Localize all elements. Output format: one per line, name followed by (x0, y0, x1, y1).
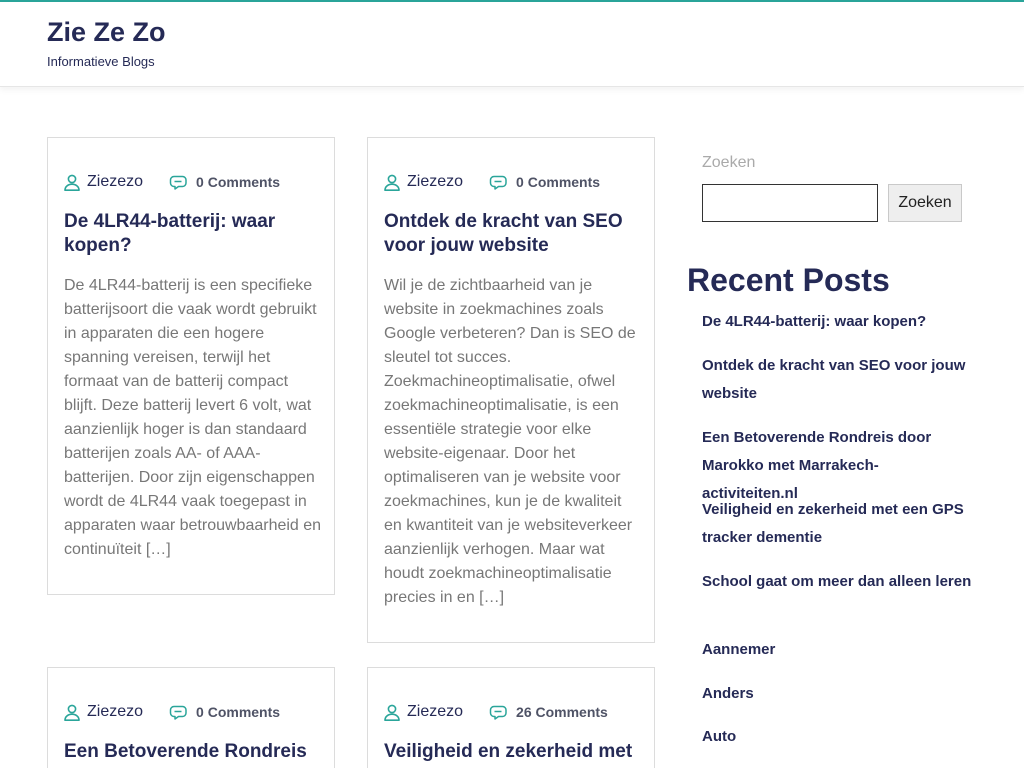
site-tagline: Informatieve Blogs (47, 54, 155, 69)
category-link[interactable]: Anders (702, 680, 972, 708)
site-header: Zie Ze Zo Informatieve Blogs (0, 2, 1024, 87)
search-label: Zoeken (702, 154, 756, 171)
post-comments-link[interactable]: 0 Comments (196, 174, 280, 190)
post-comments-link[interactable]: 0 Comments (196, 704, 280, 720)
category-link[interactable]: Aannemer (702, 636, 972, 664)
post-author-link[interactable]: Ziezezo (87, 703, 143, 721)
post-card: Ziezezo 0 Comments De 4LR44-batterij: wa… (47, 137, 335, 595)
category-link[interactable]: Auto (702, 723, 972, 751)
user-icon (64, 704, 80, 721)
post-comments-link[interactable]: 26 Comments (516, 704, 608, 720)
post-excerpt: Wil je de zichtbaarheid van je website i… (384, 277, 636, 606)
post-title-link[interactable]: De 4LR44-batterij: waar kopen? (64, 210, 320, 258)
recent-post-link[interactable]: Veiligheid en zekerheid met een GPS trac… (702, 496, 972, 552)
user-icon (384, 174, 400, 191)
comment-icon (169, 705, 187, 720)
post-author-link[interactable]: Ziezezo (87, 173, 143, 191)
comment-icon (169, 175, 187, 190)
comment-icon (489, 705, 507, 720)
post-title-link[interactable]: Ontdek de kracht van SEO voor jouw websi… (384, 210, 640, 258)
recent-post-link[interactable]: Ontdek de kracht van SEO voor jouw websi… (702, 352, 972, 408)
post-excerpt: De 4LR44-batterij is een specifieke batt… (64, 277, 322, 558)
post-card: Ziezezo 26 Comments Veiligheid en zekerh… (367, 667, 655, 768)
post-author-link[interactable]: Ziezezo (407, 703, 463, 721)
post-card: Ziezezo 0 Comments Een Betoverende Rondr… (47, 667, 335, 768)
user-icon (64, 174, 80, 191)
post-comments-link[interactable]: 0 Comments (516, 174, 600, 190)
post-title-link[interactable]: Veiligheid en zekerheid met (384, 740, 640, 764)
post-title-link[interactable]: Een Betoverende Rondreis (64, 740, 320, 764)
post-card: Ziezezo 0 Comments Ontdek de kracht van … (367, 137, 655, 643)
search-input[interactable] (702, 184, 878, 222)
site-title-link[interactable]: Zie Ze Zo (47, 17, 166, 48)
recent-post-link[interactable]: School gaat om meer dan alleen leren (702, 568, 972, 596)
post-meta: Ziezezo 26 Comments (384, 702, 608, 722)
post-meta: Ziezezo 0 Comments (64, 172, 280, 192)
user-icon (384, 704, 400, 721)
post-author-link[interactable]: Ziezezo (407, 173, 463, 191)
post-meta: Ziezezo 0 Comments (384, 172, 600, 192)
recent-posts-title: Recent Posts (687, 262, 890, 298)
recent-post-link[interactable]: De 4LR44-batterij: waar kopen? (702, 308, 972, 336)
search-button[interactable]: Zoeken (888, 184, 962, 222)
post-meta: Ziezezo 0 Comments (64, 702, 280, 722)
comment-icon (489, 175, 507, 190)
